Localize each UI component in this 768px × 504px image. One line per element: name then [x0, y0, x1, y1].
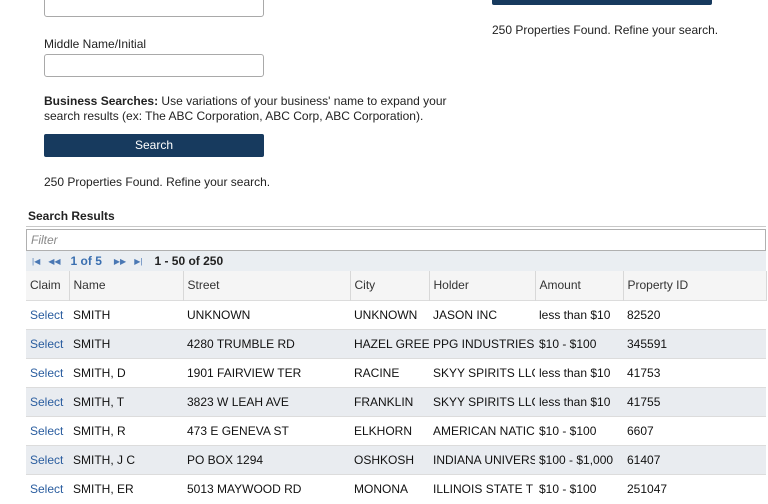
cell-holder: AMERICAN NATIC: [429, 415, 535, 445]
cell-property-id: 6607: [623, 415, 766, 445]
cell-name: SMITH, D: [69, 357, 183, 387]
cell-street: 5013 MAYWOOD RD: [183, 473, 350, 503]
cell-amount: $10 - $100: [535, 473, 623, 503]
result-range: 1 - 50 of 250: [154, 254, 224, 268]
col-name[interactable]: Name: [69, 271, 184, 300]
cell-property-id: 61407: [623, 444, 766, 474]
first-page-icon[interactable]: |◀: [32, 257, 40, 266]
col-claim[interactable]: Claim: [26, 271, 70, 300]
results-grid: Filter |◀ ◀◀ 1 of 5 ▶▶ ▶| 1 - 50 of 250 …: [26, 226, 767, 503]
select-link[interactable]: Select: [26, 473, 69, 503]
found-text: 250 Properties Found. Refine your search…: [44, 175, 271, 189]
cell-city: FRANKLIN: [350, 386, 429, 416]
table-row[interactable]: Select SMITH, T 3823 W LEAH AVE FRANKLIN SKY…: [26, 386, 766, 416]
page-indicator[interactable]: 1 of 5: [71, 254, 102, 268]
cell-amount: $10 - $100: [535, 415, 623, 445]
cell-property-id: 41755: [623, 386, 766, 416]
prev-page-icon[interactable]: ◀◀: [48, 257, 60, 266]
col-holder[interactable]: Holder: [429, 271, 536, 300]
col-property-id[interactable]: Property ID: [623, 271, 767, 300]
table-row[interactable]: Select SMITH, J C PO BOX 1294 OSHKOSH INDIAN…: [26, 444, 766, 474]
cell-city: HAZEL GREE: [350, 328, 429, 358]
cell-amount: less than $10: [535, 386, 623, 416]
table-row[interactable]: Select SMITH, ER 5013 MAYWOOD RD MONONA ILLI…: [26, 473, 766, 503]
cell-city: OSHKOSH: [350, 444, 429, 474]
cell-city: RACINE: [350, 357, 429, 387]
select-link[interactable]: Select: [26, 415, 69, 445]
table-row[interactable]: Select SMITH, R 473 E GENEVA ST ELKHORN AMER…: [26, 415, 766, 445]
cell-holder: INDIANA UNIVERS: [429, 444, 535, 474]
select-link[interactable]: Select: [26, 357, 69, 387]
cell-holder: ILLINOIS STATE T: [429, 473, 535, 503]
next-page-icon[interactable]: ▶▶: [114, 257, 126, 266]
table-row[interactable]: Select SMITH UNKNOWN UNKNOWN JASON INC less t…: [26, 299, 766, 329]
right-found-text: 250 Properties Found. Refine your search…: [492, 23, 719, 37]
cell-holder: SKYY SPIRITS LLC: [429, 386, 535, 416]
cell-name: SMITH: [69, 299, 183, 329]
header-row: Claim Name Street City Holder Amount Pro…: [26, 271, 767, 300]
col-amount[interactable]: Amount: [535, 271, 624, 300]
cell-street: 4280 TRUMBLE RD: [183, 328, 350, 358]
cell-street: 473 E GENEVA ST: [183, 415, 350, 445]
select-link[interactable]: Select: [26, 299, 69, 329]
col-street[interactable]: Street: [183, 271, 351, 300]
pager: |◀ ◀◀ 1 of 5 ▶▶ ▶| 1 - 50 of 250: [26, 251, 766, 271]
cell-property-id: 82520: [623, 299, 766, 329]
cell-street: UNKNOWN: [183, 299, 350, 329]
right-search-button[interactable]: [492, 0, 712, 5]
cell-amount: less than $10: [535, 357, 623, 387]
cell-street: 1901 FAIRVIEW TER: [183, 357, 350, 387]
cell-name: SMITH: [69, 328, 183, 358]
col-city[interactable]: City: [350, 271, 430, 300]
cell-city: UNKNOWN: [350, 299, 429, 329]
cell-holder: PPG INDUSTRIES: [429, 328, 535, 358]
table-row[interactable]: Select SMITH 4280 TRUMBLE RD HAZEL GREE PPG …: [26, 328, 766, 358]
cell-name: SMITH, R: [69, 415, 183, 445]
select-link[interactable]: Select: [26, 328, 69, 358]
cell-name: SMITH, J C: [69, 444, 183, 474]
search-results-title: Search Results: [28, 209, 115, 223]
cell-street: 3823 W LEAH AVE: [183, 386, 350, 416]
last-page-icon[interactable]: ▶|: [134, 257, 142, 266]
cell-street: PO BOX 1294: [183, 444, 350, 474]
cell-holder: SKYY SPIRITS LLC: [429, 357, 535, 387]
select-link[interactable]: Select: [26, 386, 69, 416]
filter-input[interactable]: Filter: [26, 229, 766, 251]
cell-name: SMITH, ER: [69, 473, 183, 503]
cell-city: MONONA: [350, 473, 429, 503]
middle-name-input[interactable]: [44, 54, 264, 77]
cell-city: ELKHORN: [350, 415, 429, 445]
cell-amount: less than $10: [535, 299, 623, 329]
results-table: Claim Name Street City Holder Amount Pro…: [26, 271, 767, 503]
cell-holder: JASON INC: [429, 299, 535, 329]
search-button[interactable]: Search: [44, 134, 264, 157]
cell-property-id: 41753: [623, 357, 766, 387]
cell-property-id: 251047: [623, 473, 766, 503]
business-search-heading: Business Searches:: [44, 94, 159, 108]
cell-property-id: 345591: [623, 328, 766, 358]
select-link[interactable]: Select: [26, 444, 69, 474]
cell-amount: $10 - $100: [535, 328, 623, 358]
cell-name: SMITH, T: [69, 386, 183, 416]
cell-amount: $100 - $1,000: [535, 444, 623, 474]
last-name-input[interactable]: [44, 0, 264, 17]
table-row[interactable]: Select SMITH, D 1901 FAIRVIEW TER RACINE SKY…: [26, 357, 766, 387]
middle-name-label: Middle Name/Initial: [44, 37, 147, 51]
business-search-note: Business Searches: Use variations of you…: [44, 94, 474, 124]
